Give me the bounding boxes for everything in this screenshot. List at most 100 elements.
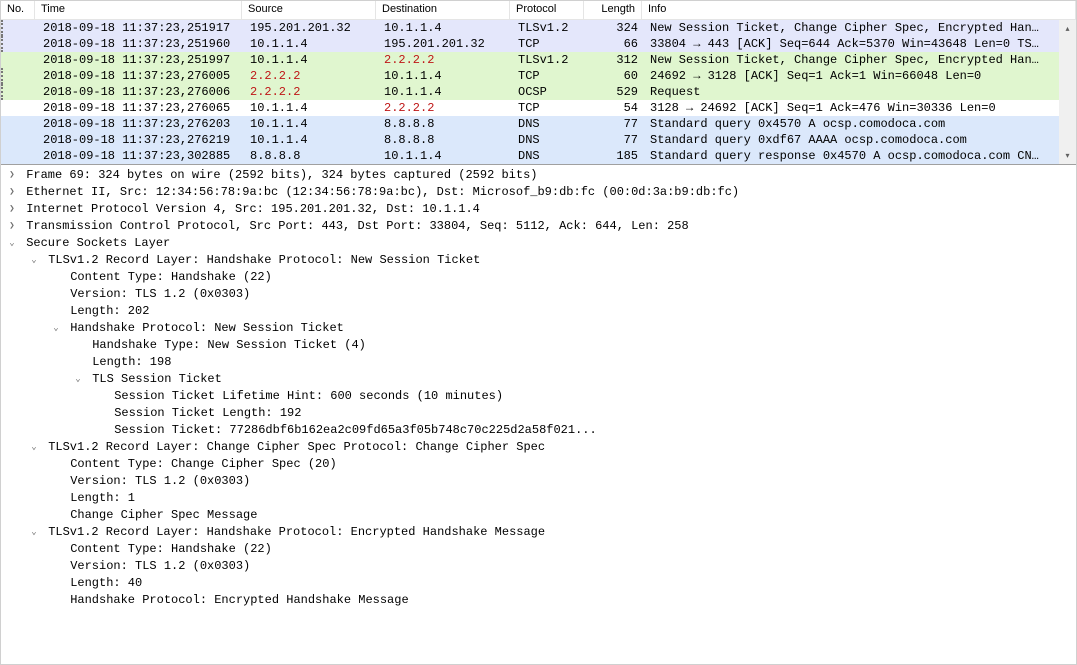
col-header-dst[interactable]: Destination bbox=[376, 1, 510, 19]
packet-cell: 2.2.2.2 bbox=[244, 84, 378, 100]
tree-node[interactable]: Length: 202 bbox=[1, 303, 1076, 320]
tree-node[interactable]: ⌄ TLSv1.2 Record Layer: Change Cipher Sp… bbox=[1, 439, 1076, 456]
chevron-down-icon[interactable]: ⌄ bbox=[5, 235, 19, 252]
tree-node[interactable]: ❯ Ethernet II, Src: 12:34:56:78:9a:bc (1… bbox=[1, 184, 1076, 201]
chevron-right-icon[interactable]: ❯ bbox=[5, 201, 19, 218]
packet-cell bbox=[3, 20, 37, 36]
packet-row[interactable]: 2018-09-18 11:37:23,27620310.1.1.48.8.8.… bbox=[1, 116, 1076, 132]
chevron-down-icon[interactable]: ⌄ bbox=[27, 439, 41, 456]
packet-cell: 195.201.201.32 bbox=[378, 36, 512, 52]
tree-node[interactable]: ⌄ TLSv1.2 Record Layer: Handshake Protoc… bbox=[1, 524, 1076, 541]
packet-cell: TCP bbox=[512, 100, 586, 116]
tree-node[interactable]: Length: 198 bbox=[1, 354, 1076, 371]
col-header-time[interactable]: Time bbox=[35, 1, 242, 19]
tree-node-label: Internet Protocol Version 4, Src: 195.20… bbox=[19, 201, 480, 218]
chevron-down-icon[interactable]: ⌄ bbox=[49, 320, 63, 337]
tree-node[interactable]: ⌄ TLS Session Ticket bbox=[1, 371, 1076, 388]
chevron-right-icon[interactable]: ❯ bbox=[5, 218, 19, 235]
packet-row[interactable]: 2018-09-18 11:37:23,27606510.1.1.42.2.2.… bbox=[1, 100, 1076, 116]
tree-node[interactable]: ⌄ Secure Sockets Layer bbox=[1, 235, 1076, 252]
packet-cell: DNS bbox=[512, 116, 586, 132]
packet-detail-pane[interactable]: ❯ Frame 69: 324 bytes on wire (2592 bits… bbox=[1, 165, 1076, 664]
col-header-info[interactable]: Info bbox=[642, 1, 1076, 19]
packet-row[interactable]: 2018-09-18 11:37:23,25199710.1.1.42.2.2.… bbox=[1, 52, 1076, 68]
packet-cell: 2.2.2.2 bbox=[378, 100, 512, 116]
packet-cell: 2018-09-18 11:37:23,276005 bbox=[37, 68, 244, 84]
tree-node[interactable]: Handshake Protocol: Encrypted Handshake … bbox=[1, 592, 1076, 609]
scrollbar-up-icon[interactable]: ▴ bbox=[1059, 20, 1076, 37]
tree-node[interactable]: ⌄ Handshake Protocol: New Session Ticket bbox=[1, 320, 1076, 337]
tree-node-label: Frame 69: 324 bytes on wire (2592 bits),… bbox=[19, 167, 537, 184]
packet-list-pane: No. Time Source Destination Protocol Len… bbox=[1, 1, 1076, 165]
chevron-down-icon[interactable]: ⌄ bbox=[71, 371, 85, 388]
tree-node-label: Change Cipher Spec Message bbox=[63, 507, 257, 524]
chevron-down-icon[interactable]: ⌄ bbox=[27, 524, 41, 541]
packet-cell: 2018-09-18 11:37:23,276006 bbox=[37, 84, 244, 100]
col-header-proto[interactable]: Protocol bbox=[510, 1, 584, 19]
tree-node-label: Session Ticket Lifetime Hint: 600 second… bbox=[107, 388, 503, 405]
tree-node-label: TLSv1.2 Record Layer: Change Cipher Spec… bbox=[41, 439, 545, 456]
chevron-right-icon[interactable]: ❯ bbox=[5, 184, 19, 201]
packet-row[interactable]: 2018-09-18 11:37:23,2760062.2.2.210.1.1.… bbox=[1, 84, 1076, 100]
packet-cell: 324 bbox=[586, 20, 644, 36]
tree-node[interactable]: ⌄ TLSv1.2 Record Layer: Handshake Protoc… bbox=[1, 252, 1076, 269]
packet-cell: 10.1.1.4 bbox=[244, 132, 378, 148]
tree-node-label: Transmission Control Protocol, Src Port:… bbox=[19, 218, 689, 235]
packet-list-header: No. Time Source Destination Protocol Len… bbox=[1, 1, 1076, 20]
packet-cell: 10.1.1.4 bbox=[378, 20, 512, 36]
packet-row[interactable]: 2018-09-18 11:37:23,3028858.8.8.810.1.1.… bbox=[1, 148, 1076, 164]
tree-node-label: Session Ticket: 77286dbf6b162ea2c09fd65a… bbox=[107, 422, 597, 439]
tree-node[interactable]: Content Type: Change Cipher Spec (20) bbox=[1, 456, 1076, 473]
packet-cell: 195.201.201.32 bbox=[244, 20, 378, 36]
packet-cell bbox=[3, 100, 37, 116]
packet-cell: 10.1.1.4 bbox=[244, 116, 378, 132]
tree-node[interactable]: Version: TLS 1.2 (0x0303) bbox=[1, 473, 1076, 490]
tree-node[interactable]: Handshake Type: New Session Ticket (4) bbox=[1, 337, 1076, 354]
col-header-src[interactable]: Source bbox=[242, 1, 376, 19]
packet-cell: New Session Ticket, Change Cipher Spec, … bbox=[644, 20, 1076, 36]
tree-node[interactable]: Version: TLS 1.2 (0x0303) bbox=[1, 286, 1076, 303]
chevron-down-icon[interactable]: ⌄ bbox=[27, 252, 41, 269]
tree-node[interactable]: Version: TLS 1.2 (0x0303) bbox=[1, 558, 1076, 575]
packet-cell: 3128 → 24692 [ACK] Seq=1 Ack=476 Win=303… bbox=[644, 100, 1076, 116]
packet-list-scrollbar[interactable]: ▴ ▾ bbox=[1059, 20, 1076, 164]
tree-node[interactable]: Session Ticket Length: 192 bbox=[1, 405, 1076, 422]
tree-node[interactable]: Session Ticket Lifetime Hint: 600 second… bbox=[1, 388, 1076, 405]
tree-node[interactable]: Session Ticket: 77286dbf6b162ea2c09fd65a… bbox=[1, 422, 1076, 439]
chevron-right-icon[interactable]: ❯ bbox=[5, 167, 19, 184]
tree-node[interactable]: ❯ Transmission Control Protocol, Src Por… bbox=[1, 218, 1076, 235]
tree-node[interactable]: Content Type: Handshake (22) bbox=[1, 269, 1076, 286]
packet-cell: TCP bbox=[512, 68, 586, 84]
tree-node[interactable]: ❯ Internet Protocol Version 4, Src: 195.… bbox=[1, 201, 1076, 218]
packet-row[interactable]: 2018-09-18 11:37:23,2760052.2.2.210.1.1.… bbox=[1, 68, 1076, 84]
packet-cell: TLSv1.2 bbox=[512, 52, 586, 68]
packet-cell: 66 bbox=[586, 36, 644, 52]
packet-cell: 77 bbox=[586, 132, 644, 148]
packet-row[interactable]: 2018-09-18 11:37:23,27621910.1.1.48.8.8.… bbox=[1, 132, 1076, 148]
tree-node[interactable]: Length: 40 bbox=[1, 575, 1076, 592]
tree-node-label: Ethernet II, Src: 12:34:56:78:9a:bc (12:… bbox=[19, 184, 739, 201]
packet-cell: 2018-09-18 11:37:23,251960 bbox=[37, 36, 244, 52]
packet-cell: 2018-09-18 11:37:23,251917 bbox=[37, 20, 244, 36]
packet-cell: Standard query 0x4570 A ocsp.comodoca.co… bbox=[644, 116, 1076, 132]
packet-list-body[interactable]: 2018-09-18 11:37:23,251917195.201.201.32… bbox=[1, 20, 1076, 164]
packet-cell: 2018-09-18 11:37:23,276065 bbox=[37, 100, 244, 116]
packet-row[interactable]: 2018-09-18 11:37:23,25196010.1.1.4195.20… bbox=[1, 36, 1076, 52]
tree-node-label: Handshake Protocol: New Session Ticket bbox=[63, 320, 344, 337]
packet-cell: 529 bbox=[586, 84, 644, 100]
tree-node-label: Content Type: Handshake (22) bbox=[63, 269, 272, 286]
col-header-no[interactable]: No. bbox=[1, 1, 35, 19]
tree-node-label: Secure Sockets Layer bbox=[19, 235, 170, 252]
tree-node[interactable]: Length: 1 bbox=[1, 490, 1076, 507]
scrollbar-down-icon[interactable]: ▾ bbox=[1059, 147, 1076, 164]
packet-cell: 54 bbox=[586, 100, 644, 116]
packet-cell: New Session Ticket, Change Cipher Spec, … bbox=[644, 52, 1076, 68]
packet-row[interactable]: 2018-09-18 11:37:23,251917195.201.201.32… bbox=[1, 20, 1076, 36]
packet-cell: Standard query 0xdf67 AAAA ocsp.comodoca… bbox=[644, 132, 1076, 148]
col-header-len[interactable]: Length bbox=[584, 1, 642, 19]
tree-node[interactable]: Change Cipher Spec Message bbox=[1, 507, 1076, 524]
packet-cell: Request bbox=[644, 84, 1076, 100]
tree-node[interactable]: ❯ Frame 69: 324 bytes on wire (2592 bits… bbox=[1, 167, 1076, 184]
tree-node-label: Content Type: Change Cipher Spec (20) bbox=[63, 456, 337, 473]
tree-node[interactable]: Content Type: Handshake (22) bbox=[1, 541, 1076, 558]
